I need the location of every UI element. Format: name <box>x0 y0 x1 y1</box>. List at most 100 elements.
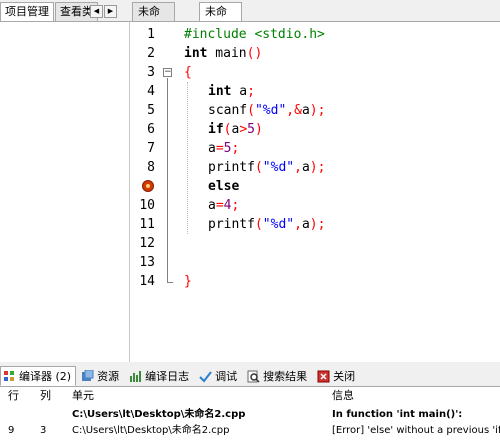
line-number: 1 <box>147 27 155 42</box>
code-token: , <box>294 160 302 175</box>
column-header-line[interactable]: 行 <box>8 387 19 405</box>
code-token: ); <box>309 103 326 118</box>
code-line[interactable]: 11 printf("%d",a); <box>130 215 500 234</box>
project-tree[interactable] <box>0 21 130 362</box>
code-token: printf <box>208 217 255 232</box>
code-line[interactable]: 3{ <box>130 63 500 82</box>
compiler-icon <box>3 370 16 383</box>
tab-file-1[interactable]: 未命名1.cpp <box>132 2 175 54</box>
tab-label: 编译日志 <box>145 370 190 383</box>
fold-line <box>167 78 168 282</box>
tab-search-results[interactable]: 搜索结果 <box>244 366 312 386</box>
code-token: , <box>294 217 302 232</box>
line-number: 13 <box>139 255 155 270</box>
code-token: a <box>301 217 310 232</box>
code-text: a=4; <box>208 196 239 215</box>
code-token: ) <box>254 122 263 137</box>
code-token: int <box>208 84 232 99</box>
fold-toggle-icon[interactable]: − <box>163 68 172 77</box>
error-marker-icon[interactable] <box>142 180 154 192</box>
code-line[interactable]: 12 <box>130 234 500 253</box>
code-text: { <box>184 63 192 82</box>
project-panel-tabs: 项目管理 查看类 <box>0 2 99 22</box>
code-token: { <box>184 65 192 80</box>
code-token: () <box>246 46 263 61</box>
message-row[interactable]: C:\Users\lt\Desktop\未命名2.cpp In function … <box>0 407 500 422</box>
code-token: > <box>239 122 248 137</box>
code-token: = <box>215 198 224 213</box>
column-header-col[interactable]: 列 <box>40 387 51 405</box>
code-token: ( <box>254 217 263 232</box>
code-token: if <box>208 122 224 137</box>
resources-icon <box>81 369 94 383</box>
compiler-messages[interactable]: 行 列 单元 信息 C:\Users\lt\Desktop\未命名2.cpp In… <box>0 386 500 440</box>
code-token: ( <box>254 160 263 175</box>
project-panel: 项目管理 查看类 <box>0 0 130 362</box>
message-message: [Error] 'else' without a previous 'if' <box>332 425 500 436</box>
code-token: main <box>207 46 247 61</box>
line-number: 5 <box>147 103 155 118</box>
line-number: 12 <box>139 236 155 251</box>
panel-nav-buttons: ◀ ▶ <box>90 5 118 18</box>
code-line[interactable]: 13 <box>130 253 500 272</box>
tab-close[interactable]: 关闭 <box>314 366 360 386</box>
line-number: 11 <box>139 217 155 232</box>
tab-label: 编译器 (2) <box>19 370 72 383</box>
code-text: int main() <box>184 44 262 63</box>
code-text: } <box>184 272 192 291</box>
code-line[interactable]: 8 printf("%d",a); <box>130 158 500 177</box>
code-token: a <box>208 141 216 156</box>
tab-project-manager[interactable]: 项目管理 <box>0 2 54 22</box>
code-line[interactable]: 2 int main() <box>130 44 500 63</box>
column-header-message[interactable]: 信息 <box>332 387 354 405</box>
code-line[interactable]: 4 int a; <box>130 82 500 101</box>
message-unit: C:\Users\lt\Desktop\未命名2.cpp <box>72 409 246 420</box>
code-text: int a; <box>208 82 255 101</box>
code-line[interactable]: 6 if(a>5) <box>130 120 500 139</box>
code-line[interactable]: 5 scanf("%d",&a); <box>130 101 500 120</box>
tab-label: 搜索结果 <box>263 370 308 383</box>
code-token: } <box>184 274 192 289</box>
line-number: 4 <box>147 84 155 99</box>
message-row[interactable]: 9 3 C:\Users\lt\Desktop\未命名2.cpp [Error] 'e… <box>0 423 500 438</box>
tab-resources[interactable]: 资源 <box>78 366 124 386</box>
code-line[interactable]: 7 a=5; <box>130 139 500 158</box>
line-number: 2 <box>147 46 155 61</box>
tab-compile-log[interactable]: 编译日志 <box>126 366 194 386</box>
message-unit: C:\Users\lt\Desktop\未命名2.cpp <box>72 425 230 436</box>
scroll-right-button[interactable]: ▶ <box>104 5 117 18</box>
tab-label: 关闭 <box>333 370 356 383</box>
line-number: 7 <box>147 141 155 156</box>
scroll-left-button[interactable]: ◀ <box>90 5 103 18</box>
code-token: ( <box>247 103 255 118</box>
code-line[interactable]: 14} <box>130 272 500 291</box>
code-token: a <box>301 103 310 118</box>
tab-debug[interactable]: 调试 <box>196 366 242 386</box>
message-col: 3 <box>40 425 47 436</box>
tab-file-2[interactable]: 未命名2.cpp <box>199 2 242 54</box>
code-line[interactable]: 1 #include <stdio.h> <box>130 25 500 44</box>
code-token: "%d" <box>262 160 295 175</box>
code-token: a <box>231 84 248 99</box>
close-icon <box>317 370 330 383</box>
code-token: printf <box>208 160 255 175</box>
code-editor[interactable]: 1 #include <stdio.h> 2 int main() 3{4 int a; 5… <box>130 21 500 362</box>
code-text: if(a>5) <box>208 120 263 139</box>
code-token: "%d" <box>254 103 287 118</box>
tab-label: 资源 <box>97 370 120 383</box>
line-number: 8 <box>147 160 155 175</box>
line-number: 6 <box>147 122 155 137</box>
code-text: scanf("%d",&a); <box>208 101 325 120</box>
code-token: a <box>301 160 310 175</box>
code-line[interactable]: else <box>130 177 500 196</box>
code-text: a=5; <box>208 139 239 158</box>
code-token: = <box>215 141 224 156</box>
column-header-unit[interactable]: 单元 <box>72 387 94 405</box>
code-token: ; <box>231 141 240 156</box>
code-token: else <box>208 179 240 194</box>
fold-end-mark <box>167 282 173 283</box>
code-text: else <box>208 177 239 196</box>
code-line[interactable]: 10 a=4; <box>130 196 500 215</box>
search-results-icon <box>247 370 260 383</box>
tab-compiler[interactable]: 编译器 (2) <box>0 366 77 386</box>
